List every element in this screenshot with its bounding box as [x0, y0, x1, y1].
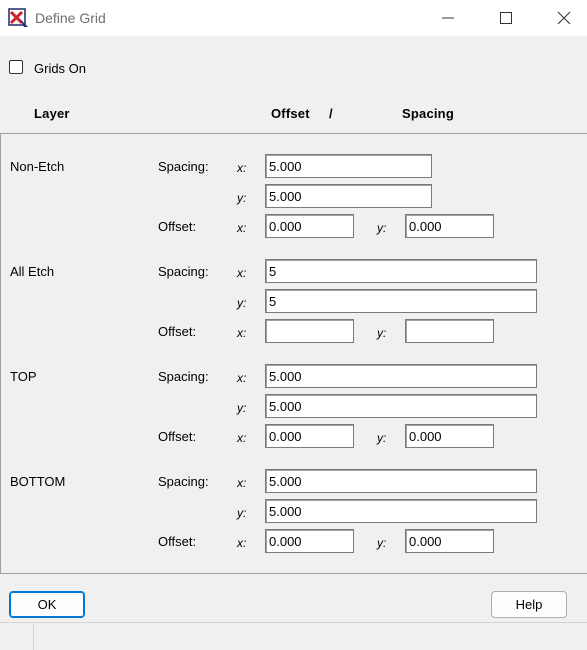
spacing-label: Spacing: — [158, 474, 209, 489]
spacing-header: Spacing — [402, 106, 454, 121]
top-offset-x-input[interactable] — [265, 424, 354, 448]
non-etch-spacing-y-input[interactable] — [265, 184, 432, 208]
offset-label: Offset: — [158, 219, 197, 234]
offset-header: Offset — [271, 106, 310, 121]
y-label: y: — [377, 221, 387, 235]
non-etch-offset-x-input[interactable] — [265, 214, 354, 238]
ok-button[interactable]: OK — [9, 591, 85, 618]
bottom-spacing-x-input[interactable] — [265, 469, 537, 493]
layer-name-bottom: BOTTOM — [10, 474, 66, 489]
y-label: y: — [237, 401, 247, 415]
x-label: x: — [237, 221, 247, 235]
non-etch-offset-y-input[interactable] — [405, 214, 494, 238]
top-spacing-x-input[interactable] — [265, 364, 537, 388]
y-label: y: — [237, 506, 247, 520]
header-separator: / — [329, 106, 333, 121]
title-bar: Define Grid — [0, 0, 587, 36]
grid-panel: Non-Etch Spacing: x: y: Offset: x: y: Al… — [0, 133, 587, 574]
y-label: y: — [237, 296, 247, 310]
help-button[interactable]: Help — [491, 591, 567, 618]
offset-label: Offset: — [158, 534, 197, 549]
status-bar-divider — [0, 622, 587, 623]
layer-name-top: TOP — [10, 369, 37, 384]
x-label: x: — [237, 476, 247, 490]
y-label: y: — [377, 536, 387, 550]
y-label: y: — [377, 326, 387, 340]
spacing-label: Spacing: — [158, 264, 209, 279]
layer-name-non-etch: Non-Etch — [10, 159, 65, 174]
checkbox-box[interactable] — [9, 60, 23, 74]
x-label: x: — [237, 161, 247, 175]
window-title: Define Grid — [35, 10, 106, 26]
grids-on-label: Grids On — [34, 61, 87, 76]
all-etch-offset-y-input[interactable] — [405, 319, 494, 343]
app-icon — [8, 7, 30, 29]
all-etch-spacing-x-input[interactable] — [265, 259, 537, 283]
all-etch-spacing-y-input[interactable] — [265, 289, 537, 313]
offset-label: Offset: — [158, 429, 197, 444]
top-spacing-y-input[interactable] — [265, 394, 537, 418]
status-bar-separator — [33, 623, 34, 650]
spacing-label: Spacing: — [158, 369, 209, 384]
close-icon — [557, 11, 571, 25]
x-label: x: — [237, 371, 247, 385]
x-label: x: — [237, 326, 247, 340]
x-label: x: — [237, 536, 247, 550]
maximize-icon — [500, 12, 512, 24]
layer-header: Layer — [34, 106, 70, 121]
bottom-offset-x-input[interactable] — [265, 529, 354, 553]
maximize-button[interactable] — [477, 0, 535, 36]
y-label: y: — [377, 431, 387, 445]
x-label: x: — [237, 266, 247, 280]
bottom-offset-y-input[interactable] — [405, 529, 494, 553]
spacing-label: Spacing: — [158, 159, 209, 174]
y-label: y: — [237, 191, 247, 205]
minimize-icon — [442, 17, 454, 19]
close-button[interactable] — [535, 0, 587, 36]
minimize-button[interactable] — [419, 0, 477, 36]
all-etch-offset-x-input[interactable] — [265, 319, 354, 343]
top-offset-y-input[interactable] — [405, 424, 494, 448]
x-label: x: — [237, 431, 247, 445]
offset-label: Offset: — [158, 324, 197, 339]
non-etch-spacing-x-input[interactable] — [265, 154, 432, 178]
layer-name-all-etch: All Etch — [10, 264, 55, 279]
bottom-spacing-y-input[interactable] — [265, 499, 537, 523]
